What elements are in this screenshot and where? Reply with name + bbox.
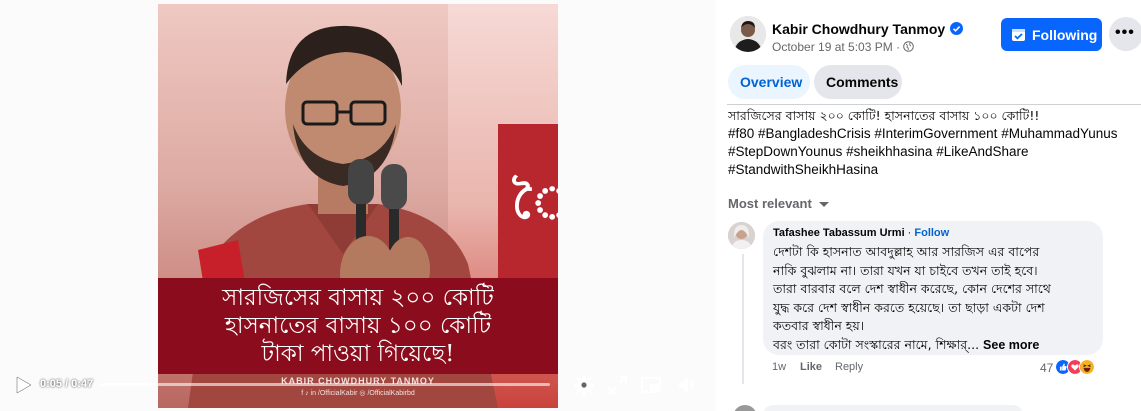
comment-time[interactable]: 1w [772,361,786,373]
more-options-icon: ••• [1115,24,1135,41]
hashtag[interactable]: #StepDownYounus [728,144,842,159]
following-label: Following [1032,27,1098,43]
comment-text: দেশটা কি হাসনাত আবদুল্লাহ আর সারজিস এর ব… [773,243,1103,354]
following-button[interactable]: Following [1001,18,1102,51]
verified-badge-icon [950,22,964,35]
haha-reaction-icon[interactable] [1079,359,1095,375]
comment-reply-button[interactable]: Reply [835,361,863,373]
hashtag[interactable]: #BangladeshCrisis [758,126,871,141]
comment-line: নাকি বুঝলাম না। তারা যখন যা চাইবে তখন তা… [773,262,1038,278]
hashtag-line-2: #StepDownYounus #sheikhhasina #LikeAndSh… [728,143,1138,161]
tab-overview[interactable]: Overview [728,65,810,99]
video-player[interactable]: ৈ সারজিসের বাসায় ২০০ কোটি হাসনাতের বাসা… [0,0,715,411]
hashtag-line-1: #f80 #BangladeshCrisis #InterimGovernmen… [728,125,1138,143]
video-seek-bar[interactable] [101,383,550,386]
tab-comments[interactable]: Comments [814,65,902,99]
author-avatar[interactable] [730,16,766,52]
commenter-avatar[interactable] [728,222,755,249]
hashtag-line-3: #StandwithSheikhHasina [728,161,1138,179]
globe-icon [903,41,914,52]
hashtag[interactable]: #f80 [728,126,754,141]
next-commenter-avatar[interactable] [733,405,757,411]
following-check-icon [1012,29,1025,41]
post-text-line: সারজিসের বাসায় ২০০ কোটি! হাসনাতের বাসায… [728,108,1040,123]
settings-icon[interactable] [573,374,595,396]
comment-line: বরং তারা কোটা সংস্কারের নামে, শিক্ষার্..… [773,336,980,352]
commenter-name[interactable]: Tafashee Tabassum Urmi [773,227,905,239]
tabs-divider [727,104,1141,105]
comment-like-button[interactable]: Like [800,361,822,373]
comment-line: তারা বারবার বলে দেশ স্বাধীন করেছে, কোন দ… [773,281,1051,296]
post-timestamp[interactable]: October 19 at 5:03 PM · [772,40,900,54]
caption-line-1: সারজিসের বাসায় ২০০ কোটি [222,285,494,311]
hashtag[interactable]: #LikeAndShare [936,144,1028,159]
post-text: সারজিসের বাসায় ২০০ কোটি! হাসনাতের বাসায… [728,107,1138,179]
chevron-down-icon[interactable] [819,202,829,207]
comment-bubble: Tafashee Tabassum Urmi · Follow দেশটা কি… [763,221,1103,355]
hashtag[interactable]: #sheikhhasina [846,144,932,159]
post-side-panel: Kabir Chowdhury Tanmoy October 19 at 5:0… [715,0,1141,411]
author-name[interactable]: Kabir Chowdhury Tanmoy [772,21,945,37]
fullscreen-icon[interactable] [607,374,629,396]
play-icon[interactable] [12,374,34,396]
picture-in-picture-icon[interactable] [640,374,662,396]
reaction-count[interactable]: 47 [1040,361,1053,375]
video-time: 0:05 / 0:47 [40,378,94,390]
comment-line-last: বরং তারা কোটা সংস্কারের নামে, শিক্ষার্..… [773,336,1103,355]
hashtag[interactable]: #MuhammadYunus [1001,126,1117,141]
hashtag[interactable]: #StandwithSheikhHasina [728,162,878,177]
video-seek-progress [101,383,149,386]
comment-sort-dropdown[interactable]: Most relevant [728,196,812,211]
comment-line: দেশটা কি হাসনাত আবদুল্লাহ আর সারজিস এর ব… [773,244,1040,259]
next-comment-bubble [763,405,1023,411]
commenter-follow-link[interactable]: · Follow [908,227,950,239]
caption-line-2: হাসনাতের বাসায় ১০০ কোটি [224,313,492,339]
comment-thread-line [742,254,744,384]
comment-line: যুদ্ধ করে দেশ স্বাধীন করতে হয়েছে। তা ছা… [773,299,1045,315]
hashtag[interactable]: #InterimGovernment [874,126,997,141]
volume-icon[interactable] [676,374,698,396]
see-more-link[interactable]: See more [983,338,1039,352]
video-controls: 0:05 / 0:47 [0,360,715,411]
comment-line: কতবার স্বাধীন হয়। [773,318,865,333]
more-options-button[interactable]: ••• [1109,17,1141,51]
video-frame[interactable]: ৈ সারজিসের বাসায় ২০০ কোটি হাসনাতের বাসা… [158,4,558,408]
